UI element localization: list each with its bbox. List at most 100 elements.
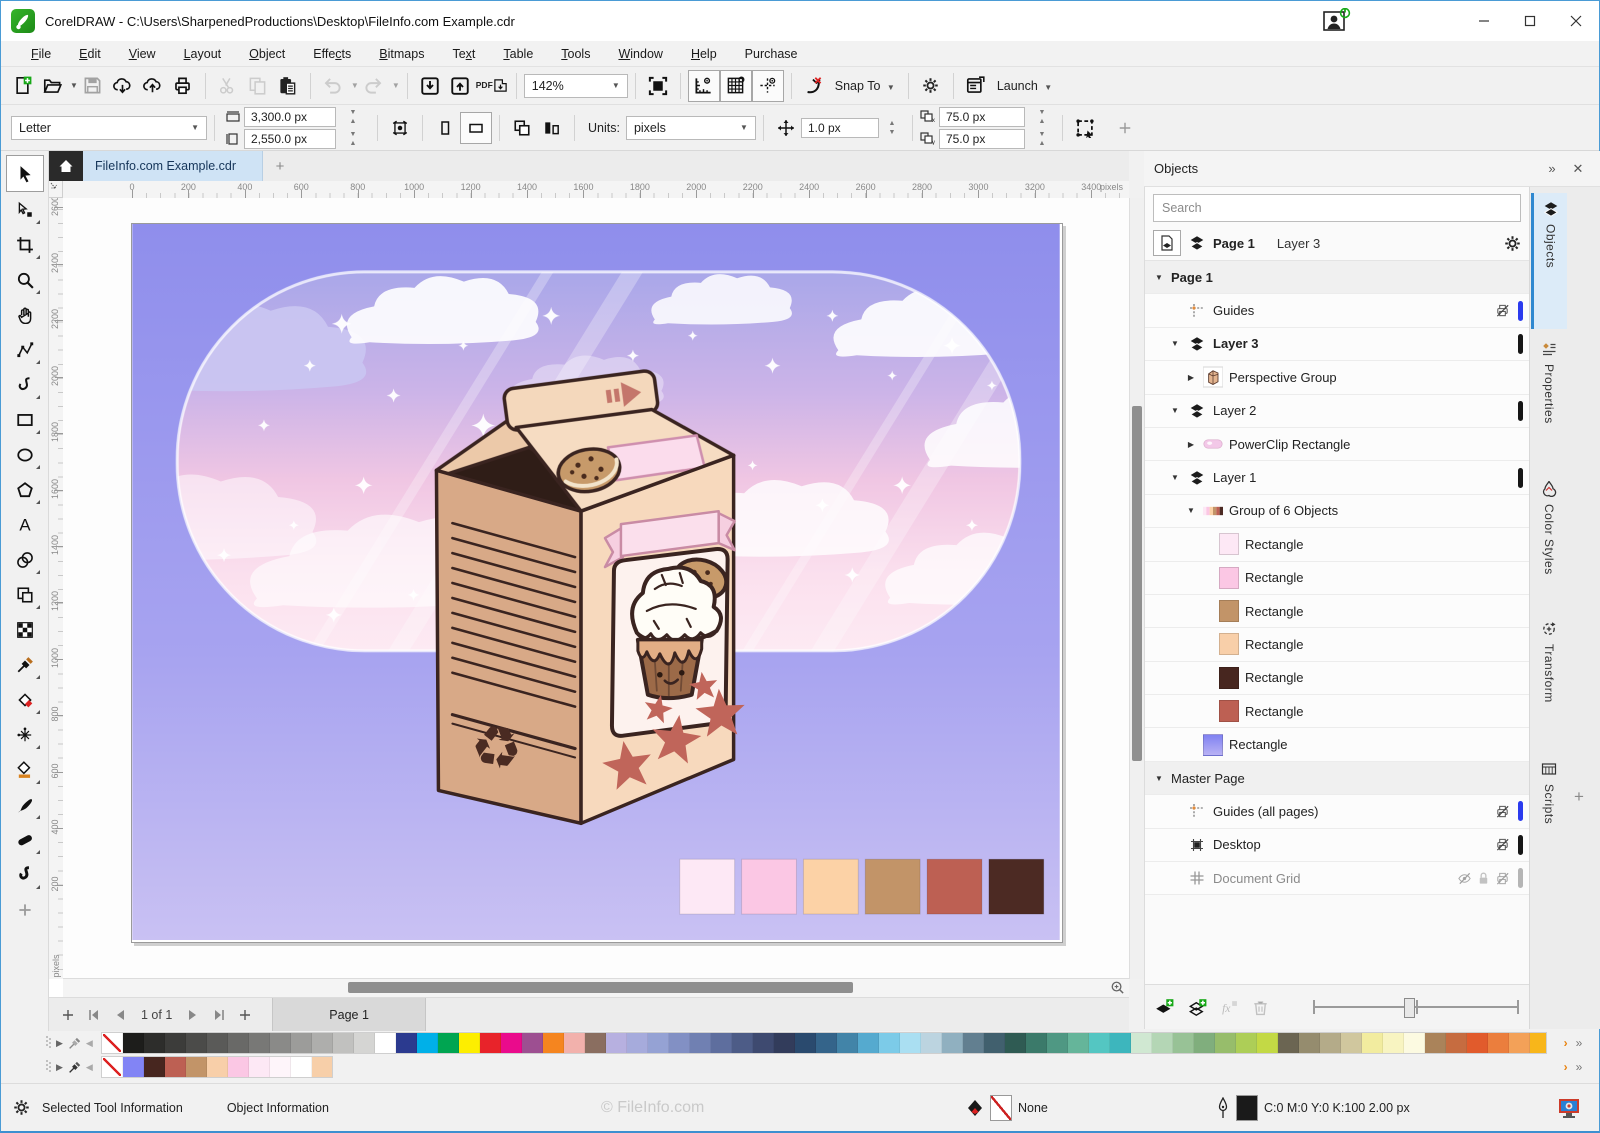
snap-off-button[interactable] [799,71,829,101]
default-palette-swatch[interactable] [1005,1033,1026,1053]
default-palette-swatch[interactable] [165,1033,186,1053]
show-grid-toggle[interactable] [720,70,752,102]
palette-expand-icon[interactable]: › [1564,1060,1568,1074]
default-palette-swatch[interactable] [270,1033,291,1053]
paste-button[interactable] [273,71,303,101]
object-row-guides-all-pages-[interactable]: Guides (all pages) [1145,795,1529,828]
duplicate-x-spinner[interactable]: ▼▲ [1029,108,1055,126]
default-palette-swatch[interactable] [1509,1033,1530,1053]
layer-color-bar[interactable] [1518,868,1523,888]
menu-tools[interactable]: Tools [547,43,604,65]
layer-color-bar[interactable] [1518,835,1523,855]
expander-icon[interactable]: ▶ [1185,440,1197,449]
docker-collapse-icon[interactable]: » [1539,161,1565,176]
pan-tool[interactable] [7,297,43,332]
default-palette-swatch[interactable] [1446,1033,1467,1053]
palette-scroll-prev-icon[interactable]: ◀ [86,1062,93,1073]
object-row-rectangle[interactable]: Rectangle [1145,695,1529,728]
default-palette-swatch[interactable] [1236,1033,1257,1053]
document-palette-swatch[interactable] [144,1057,165,1077]
upload-to-cloud-button[interactable] [138,71,168,101]
default-palette-swatch[interactable] [858,1033,879,1053]
default-palette-swatch[interactable] [1110,1033,1131,1053]
freehand-tool[interactable] [7,332,43,367]
object-row-rectangle[interactable]: Rectangle [1145,528,1529,561]
menu-help[interactable]: Help [677,43,731,65]
home-tab[interactable] [49,151,83,181]
default-palette-swatch[interactable] [900,1033,921,1053]
section-master-page[interactable]: ▼Master Page [1145,762,1529,795]
show-guidelines-toggle[interactable] [752,70,784,102]
menu-purchase[interactable]: Purchase [731,43,812,65]
default-palette-swatch[interactable] [732,1033,753,1053]
object-row-rectangle[interactable]: Rectangle [1145,628,1529,661]
default-palette-swatch[interactable] [312,1033,333,1053]
document-palette-swatch[interactable] [123,1057,144,1077]
text-tool[interactable]: A [7,507,43,542]
expander-icon[interactable]: ▶ [1185,373,1197,382]
outline-pen-tool[interactable] [7,822,43,857]
zoom-level-dropdown[interactable]: 142%▼ [524,74,628,98]
dock-tab-color-styles[interactable]: Color Styles [1534,473,1564,609]
nudge-spinner[interactable]: ▲▼ [879,119,905,137]
new-document-tab-button[interactable]: + [263,151,297,181]
document-palette-swatch[interactable] [207,1057,228,1077]
dock-tab-scripts[interactable]: Scripts [1534,753,1564,889]
default-palette-swatch[interactable] [1425,1033,1446,1053]
contour-tool[interactable] [7,577,43,612]
horizontal-scrollbar[interactable] [63,978,1129,997]
document-palette-none-swatch[interactable] [102,1057,123,1077]
default-palette-swatch[interactable] [291,1033,312,1053]
default-palette-swatch[interactable] [459,1033,480,1053]
current-page-button[interactable] [537,113,567,143]
delete-button[interactable] [1252,999,1269,1016]
default-palette-swatch[interactable] [1362,1033,1383,1053]
horizontal-scrollbar-thumb[interactable] [348,982,853,993]
previous-page-button[interactable] [107,1003,133,1027]
dock-tab-properties[interactable]: Properties [1534,333,1564,469]
duplicate-y-field[interactable]: 75.0 px [939,129,1025,149]
page-height-field[interactable]: 2,550.0 px [244,129,336,149]
default-palette-swatch[interactable] [963,1033,984,1053]
docker-close-icon[interactable]: ✕ [1565,161,1591,177]
object-row-rectangle[interactable]: Rectangle [1145,662,1529,695]
object-row-desktop[interactable]: Desktop [1145,829,1529,862]
fill-color-status[interactable]: None [966,1095,1048,1121]
default-palette-swatch[interactable] [1341,1033,1362,1053]
add-tool-button[interactable] [7,892,43,927]
default-palette-swatch[interactable] [354,1033,375,1053]
add-page-button[interactable] [55,1003,81,1027]
page-preset-dropdown[interactable]: Letter▼ [11,116,207,140]
objects-search-input[interactable]: Search [1153,194,1521,222]
visibility-toggle-icon[interactable] [1457,871,1472,886]
drawing-page[interactable]: ♻ [131,223,1063,943]
default-palette-swatch[interactable] [1194,1033,1215,1053]
document-palette-swatch[interactable] [228,1057,249,1077]
menu-object[interactable]: Object [235,43,299,65]
document-palette-swatch[interactable] [270,1057,291,1077]
default-palette-swatch[interactable] [1089,1033,1110,1053]
default-palette-swatch[interactable] [375,1033,396,1053]
pen-tool[interactable] [7,367,43,402]
blend-tool[interactable] [7,542,43,577]
new-document-button[interactable] [7,71,37,101]
object-row-rectangle[interactable]: Rectangle [1145,562,1529,595]
palette-scroll-prev-icon[interactable]: ◀ [86,1038,93,1049]
default-palette-swatch[interactable] [1299,1033,1320,1053]
default-palette-swatch[interactable] [1278,1033,1299,1053]
object-row-layer-1[interactable]: ▼Layer 1 [1145,461,1529,494]
menu-layout[interactable]: Layout [170,43,236,65]
object-row-powerclip-rectangle[interactable]: ▶PowerClip Rectangle [1145,428,1529,461]
default-palette-swatch[interactable] [1047,1033,1068,1053]
default-palette-swatch[interactable] [564,1033,585,1053]
vertical-scrollbar-thumb[interactable] [1132,406,1142,761]
close-button[interactable] [1553,2,1599,40]
palette-drag-handle[interactable] [45,1059,51,1075]
object-row-group-of-6-objects[interactable]: ▼Group of 6 Objects [1145,495,1529,528]
default-palette-swatch[interactable] [144,1033,165,1053]
landscape-orientation-button[interactable] [460,112,492,144]
menu-file[interactable]: File [17,43,65,65]
rectangle-tool[interactable] [7,402,43,437]
expander-icon[interactable]: ▼ [1153,273,1165,282]
eraser-tool[interactable] [7,682,43,717]
